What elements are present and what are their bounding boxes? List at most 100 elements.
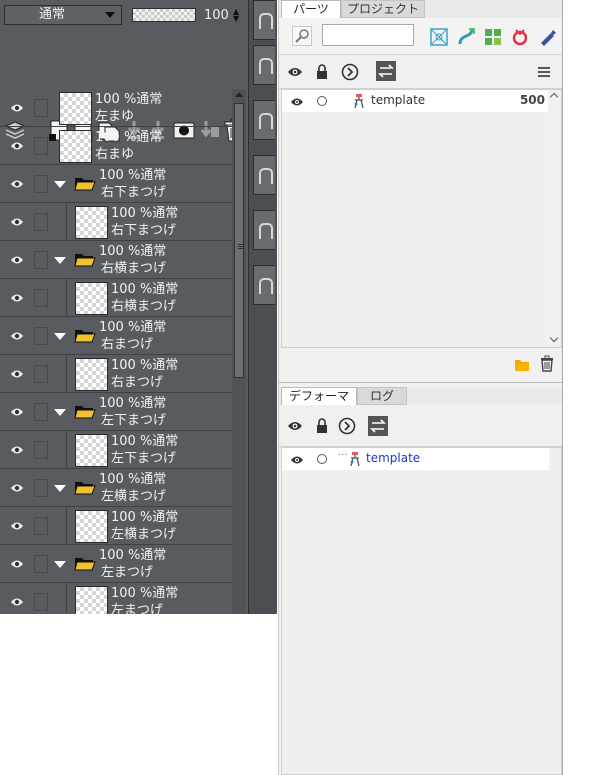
glue-filter-icon[interactable] bbox=[510, 27, 530, 47]
visibility-toggle[interactable] bbox=[0, 393, 33, 430]
tab-parts[interactable]: パーツ bbox=[281, 0, 341, 18]
swap-icon[interactable] bbox=[375, 60, 397, 82]
eye-icon[interactable] bbox=[10, 141, 24, 151]
visibility-toggle[interactable] bbox=[0, 241, 33, 278]
visibility-toggle[interactable] bbox=[0, 317, 33, 354]
layer-lock-toggle[interactable] bbox=[34, 365, 48, 383]
layer-folder-row[interactable]: 100 %通常 右下まつげ bbox=[0, 165, 232, 203]
visibility-toggle[interactable] bbox=[0, 89, 33, 126]
eye-icon[interactable] bbox=[10, 217, 24, 227]
trash-icon[interactable] bbox=[540, 355, 554, 372]
lock-icon[interactable] bbox=[316, 418, 328, 433]
eye-icon[interactable] bbox=[287, 66, 303, 78]
layer-folder-row[interactable]: 100 %通常 右まつげ bbox=[0, 317, 232, 355]
eye-icon[interactable] bbox=[290, 455, 304, 465]
scroll-down-icon[interactable] bbox=[549, 333, 559, 343]
eye-icon[interactable] bbox=[10, 559, 24, 569]
deformer-row[interactable]: ··· template bbox=[282, 448, 549, 470]
eye-icon[interactable] bbox=[10, 407, 24, 417]
rotation-deformer-filter-icon[interactable] bbox=[483, 27, 503, 47]
eye-icon[interactable] bbox=[10, 293, 24, 303]
eye-icon[interactable] bbox=[10, 597, 24, 607]
palette-tab-button[interactable] bbox=[253, 210, 275, 250]
palette-tab-button[interactable] bbox=[253, 0, 275, 40]
eye-icon[interactable] bbox=[10, 445, 24, 455]
layer-row[interactable]: 100 %通常 右横まつげ bbox=[0, 279, 232, 317]
visibility-toggle[interactable] bbox=[0, 279, 33, 316]
eye-icon[interactable] bbox=[10, 103, 24, 113]
layer-folder-row[interactable]: 100 %通常 左横まつげ bbox=[0, 469, 232, 507]
eye-icon[interactable] bbox=[10, 179, 24, 189]
layer-row[interactable]: 100 %通常 左横まつげ bbox=[0, 507, 232, 545]
parts-search-input[interactable] bbox=[322, 24, 414, 46]
scrollbar-thumb[interactable] bbox=[234, 103, 244, 378]
layer-row[interactable]: 100 %通常 右まつげ bbox=[0, 355, 232, 393]
expand-caret-icon[interactable] bbox=[54, 485, 66, 492]
palette-tab-button[interactable] bbox=[253, 100, 275, 140]
warp-deformer-filter-icon[interactable] bbox=[456, 26, 476, 48]
eye-icon[interactable] bbox=[10, 369, 24, 379]
visibility-toggle[interactable] bbox=[0, 583, 33, 614]
layer-folder-row[interactable]: 100 %通常 右横まつげ bbox=[0, 241, 232, 279]
visibility-toggle[interactable] bbox=[0, 355, 33, 392]
visibility-toggle[interactable] bbox=[0, 165, 33, 202]
chevron-right-circle-icon[interactable] bbox=[341, 63, 359, 81]
blend-mode-select[interactable]: 通常 bbox=[4, 5, 122, 25]
layer-list-scrollbar[interactable] bbox=[232, 89, 246, 614]
visibility-toggle[interactable] bbox=[0, 507, 33, 544]
parts-row[interactable]: template 500 bbox=[282, 90, 549, 112]
layer-row[interactable]: 100 %通常 左まつげ bbox=[0, 583, 232, 614]
layer-lock-toggle[interactable] bbox=[34, 327, 48, 345]
pen-filter-icon[interactable] bbox=[537, 27, 557, 47]
layer-lock-toggle[interactable] bbox=[34, 593, 48, 611]
layer-row[interactable]: 100 %通常 左まゆ bbox=[0, 89, 232, 127]
palette-tab-button[interactable] bbox=[253, 45, 275, 85]
parts-scrollbar[interactable] bbox=[548, 90, 561, 347]
layer-folder-row[interactable]: 100 %通常 左まつげ bbox=[0, 545, 232, 583]
tab-log[interactable]: ログ bbox=[357, 387, 407, 405]
visibility-toggle[interactable] bbox=[0, 203, 33, 240]
select-radio[interactable] bbox=[317, 454, 327, 464]
lock-icon[interactable] bbox=[316, 64, 328, 79]
visibility-toggle[interactable] bbox=[0, 469, 33, 506]
visibility-toggle[interactable] bbox=[0, 431, 33, 468]
layer-lock-toggle[interactable] bbox=[34, 517, 48, 535]
filter-button[interactable] bbox=[292, 26, 312, 46]
layer-lock-toggle[interactable] bbox=[34, 137, 48, 155]
expand-caret-icon[interactable] bbox=[54, 257, 66, 264]
hamburger-menu-icon[interactable] bbox=[538, 67, 550, 69]
palette-tab-button[interactable] bbox=[253, 155, 275, 195]
tab-deformer[interactable]: デフォーマ bbox=[281, 387, 357, 405]
layer-lock-toggle[interactable] bbox=[34, 175, 48, 193]
eye-icon[interactable] bbox=[10, 521, 24, 531]
scroll-up-icon[interactable] bbox=[235, 92, 243, 97]
tab-project[interactable]: プロジェクト bbox=[341, 0, 425, 18]
folder-icon[interactable] bbox=[514, 357, 530, 372]
layer-row[interactable]: 100 %通常 右まゆ bbox=[0, 127, 232, 165]
layer-row[interactable]: 100 %通常 左下まつげ bbox=[0, 431, 232, 469]
expand-caret-icon[interactable] bbox=[54, 181, 66, 188]
swap-icon[interactable] bbox=[367, 415, 389, 437]
expand-caret-icon[interactable] bbox=[54, 409, 66, 416]
opacity-slider[interactable] bbox=[132, 8, 196, 22]
layer-lock-toggle[interactable] bbox=[34, 479, 48, 497]
eye-icon[interactable] bbox=[10, 255, 24, 265]
layer-lock-toggle[interactable] bbox=[34, 213, 48, 231]
layer-lock-toggle[interactable] bbox=[34, 555, 48, 573]
layer-lock-toggle[interactable] bbox=[34, 441, 48, 459]
scroll-up-icon[interactable] bbox=[549, 92, 559, 102]
chevron-right-circle-icon[interactable] bbox=[338, 417, 356, 435]
palette-tab-button[interactable] bbox=[253, 265, 275, 305]
expand-caret-icon[interactable] bbox=[54, 333, 66, 340]
eye-icon[interactable] bbox=[10, 483, 24, 493]
layer-lock-toggle[interactable] bbox=[34, 251, 48, 269]
eye-icon[interactable] bbox=[10, 331, 24, 341]
eye-icon[interactable] bbox=[287, 420, 303, 432]
artmesh-filter-icon[interactable] bbox=[429, 27, 449, 47]
layer-lock-toggle[interactable] bbox=[34, 289, 48, 307]
layer-lock-toggle[interactable] bbox=[34, 99, 48, 117]
layer-row[interactable]: 100 %通常 右下まつげ bbox=[0, 203, 232, 241]
visibility-toggle[interactable] bbox=[0, 545, 33, 582]
select-radio[interactable] bbox=[317, 96, 327, 106]
layer-folder-row[interactable]: 100 %通常 左下まつげ bbox=[0, 393, 232, 431]
